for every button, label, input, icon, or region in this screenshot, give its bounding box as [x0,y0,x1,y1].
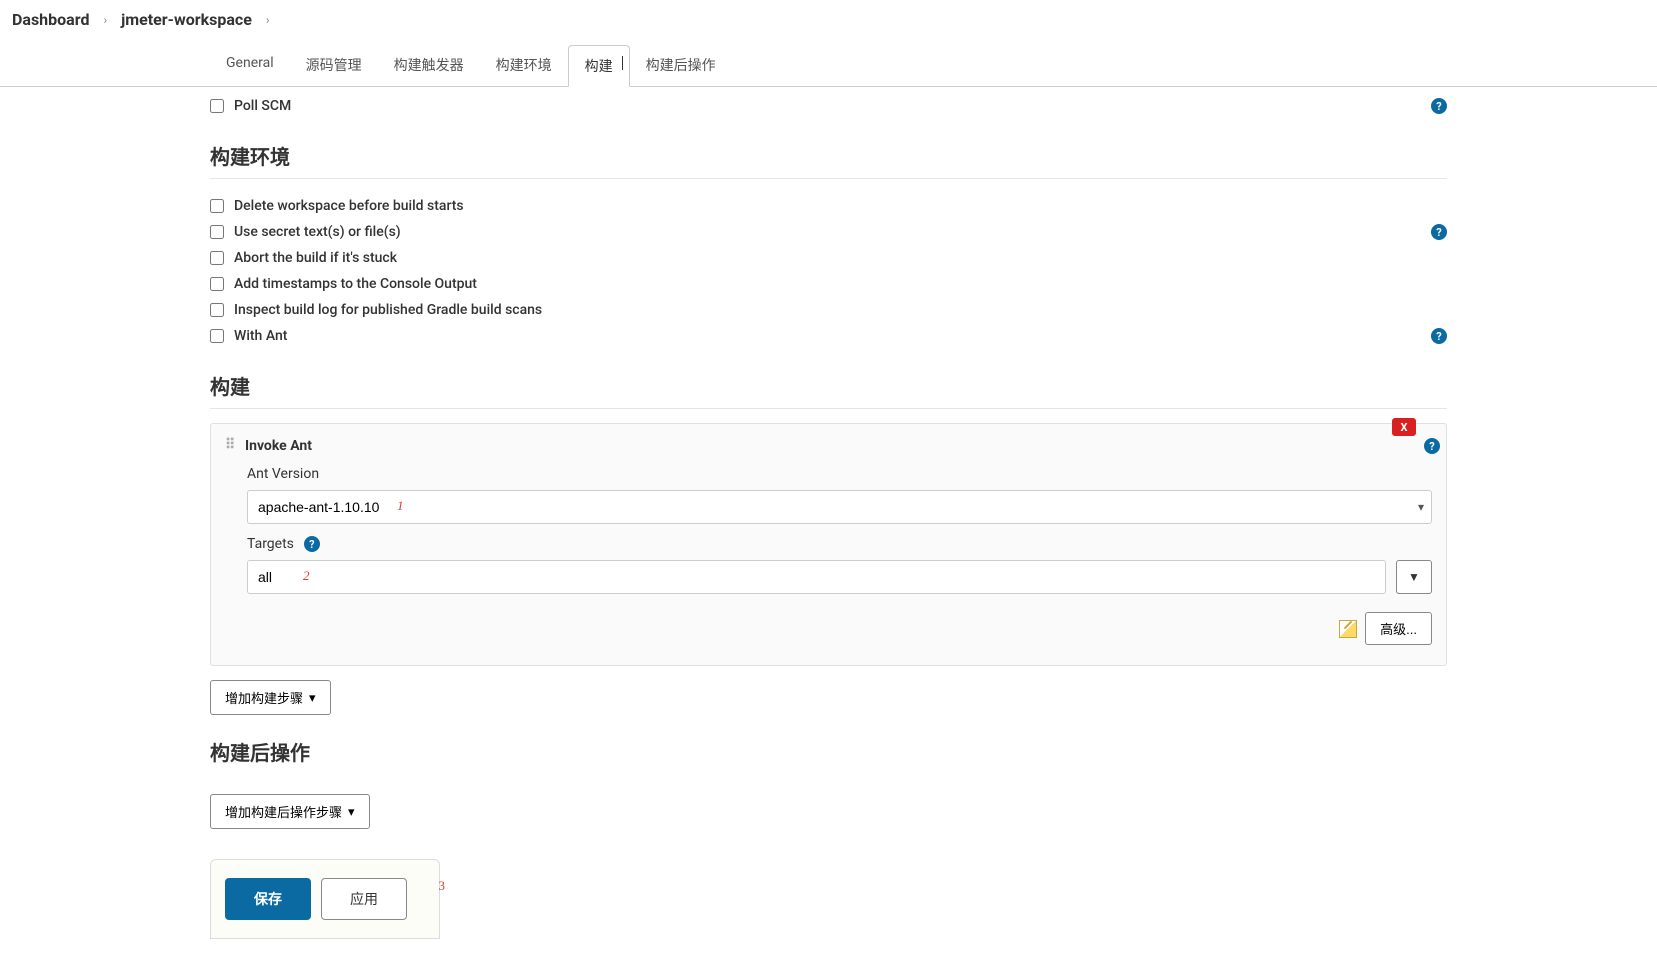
step-header: ⠿ Invoke Ant [225,438,1432,454]
poll-scm-checkbox[interactable] [210,99,224,113]
breadcrumb-dashboard[interactable]: Dashboard [12,10,89,29]
apply-button[interactable]: 应用 [321,878,407,920]
tab-general[interactable]: General [210,45,290,86]
abort-stuck-checkbox[interactable] [210,251,224,265]
breadcrumb: Dashboard › jmeter-workspace › [0,0,1657,39]
use-secret-label: Use secret text(s) or file(s) [234,224,401,240]
delete-ws-label: Delete workspace before build starts [234,198,464,214]
drag-handle-icon[interactable]: ⠿ [225,443,235,449]
breadcrumb-job[interactable]: jmeter-workspace [121,10,252,29]
tab-triggers[interactable]: 构建触发器 [378,45,480,86]
use-secret-checkbox[interactable] [210,225,224,239]
step-title: Invoke Ant [245,438,312,454]
advanced-row: 高级... [247,612,1432,645]
add-post-build-step-button[interactable]: 增加构建后操作步骤 ▾ [210,794,370,829]
section-env-title: 构建环境 [210,141,1447,179]
delete-ws-checkbox[interactable] [210,199,224,213]
main-content: Poll SCM ? 构建环境 Delete workspace before … [0,87,1657,979]
delete-ws-row: Delete workspace before build starts [210,193,1447,219]
with-ant-label: With Ant [234,328,287,344]
help-icon[interactable]: ? [1431,224,1447,240]
add-build-step-button[interactable]: 增加构建步骤 ▾ [210,680,331,715]
use-secret-row: Use secret text(s) or file(s) ? [210,219,1447,245]
targets-label-row: Targets ? [247,536,1432,552]
tab-build[interactable]: 构建 [568,45,630,87]
timestamps-row: Add timestamps to the Console Output [210,271,1447,297]
save-button[interactable]: 保存 [225,878,311,920]
gradle-scan-row: Inspect build log for published Gradle b… [210,297,1447,323]
annotation-3: 3 [439,878,446,894]
add-build-step-label: 增加构建步骤 [225,688,303,707]
ant-version-select-wrap: apache-ant-1.10.10 ▾ 1 [247,490,1432,524]
chevron-right-icon: › [266,13,270,27]
poll-scm-row: Poll SCM ? [210,93,1447,119]
tab-scm[interactable]: 源码管理 [290,45,378,86]
help-icon[interactable]: ? [1431,328,1447,344]
help-icon[interactable]: ? [304,536,320,552]
tab-post[interactable]: 构建后操作 [630,45,732,86]
annotation-1: 1 [397,498,404,514]
expand-targets-button[interactable]: ▼ [1396,560,1432,594]
delete-step-button[interactable]: X [1392,418,1416,436]
annotation-2: 2 [303,568,310,584]
add-post-build-step-label: 增加构建后操作步骤 [225,802,342,821]
help-icon[interactable]: ? [1431,98,1447,114]
help-icon[interactable]: ? [1424,438,1440,454]
targets-label: Targets [247,536,294,552]
timestamps-label: Add timestamps to the Console Output [234,276,477,292]
timestamps-checkbox[interactable] [210,277,224,291]
gradle-scan-label: Inspect build log for published Gradle b… [234,302,542,318]
abort-stuck-row: Abort the build if it's stuck [210,245,1447,271]
gradle-scan-checkbox[interactable] [210,303,224,317]
config-tabs: General 源码管理 构建触发器 构建环境 构建 构建后操作 [0,45,1657,87]
with-ant-row: With Ant ? [210,323,1447,349]
caret-down-icon: ▾ [309,690,316,706]
ant-version-label: Ant Version [247,466,1432,482]
targets-input-row: ▼ 2 [247,560,1432,594]
targets-input[interactable] [247,560,1386,594]
abort-stuck-label: Abort the build if it's stuck [234,250,397,266]
chevron-right-icon: › [103,13,107,27]
tab-env[interactable]: 构建环境 [480,45,568,86]
section-build-title: 构建 [210,371,1447,409]
caret-down-icon: ▾ [348,804,355,820]
save-apply-toolbar: 保存 应用 3 [210,859,440,939]
build-step-invoke-ant: X ? ⠿ Invoke Ant Ant Version apache-ant-… [210,423,1447,666]
poll-scm-label: Poll SCM [234,98,291,114]
with-ant-checkbox[interactable] [210,329,224,343]
ant-version-select[interactable]: apache-ant-1.10.10 [247,490,1432,524]
advanced-button[interactable]: 高级... [1365,612,1432,645]
edit-icon[interactable] [1339,620,1357,638]
section-post-title: 构建后操作 [210,737,1447,766]
